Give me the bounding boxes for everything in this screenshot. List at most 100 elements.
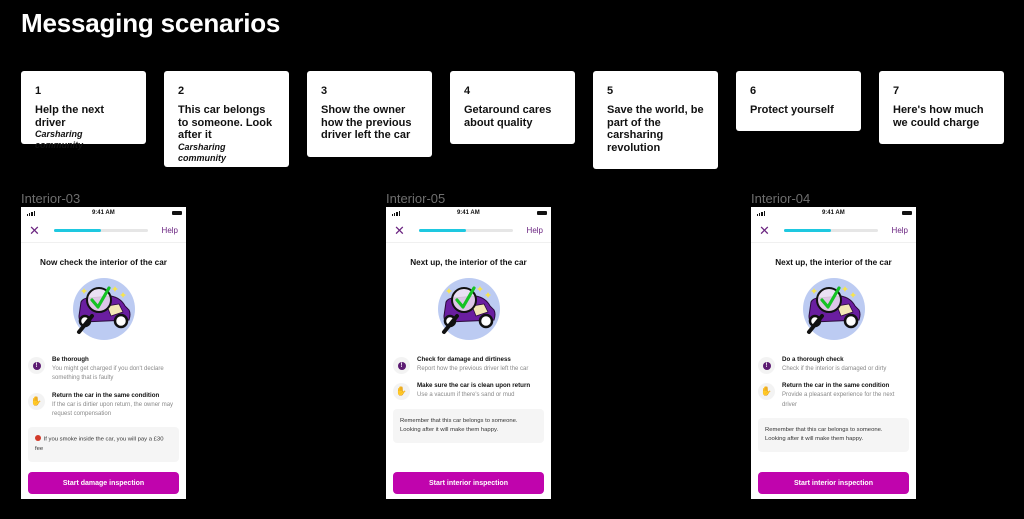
tip-heading: Return the car in the same condition (52, 391, 160, 399)
scenario-card: 1 Help the next driver Carsharing commun… (21, 71, 146, 150)
phone-screen-interior-05: 9:41 AM ✕ Help Next up, the interior of … (386, 207, 551, 499)
tips-list: ! Check for damage and dirtiness Report h… (386, 356, 551, 401)
battery-icon (536, 211, 547, 215)
exclamation-icon: ! (28, 357, 45, 374)
info-note: Remember that this car belongs to someon… (758, 417, 909, 453)
exclamation-icon: ! (758, 357, 775, 374)
tip-item: ✋ Make sure the car is clean upon return… (393, 382, 544, 401)
car-inspection-illustration (436, 276, 502, 342)
status-bar: 9:41 AM (386, 207, 551, 219)
scenario-text: Here's how much we could charge (893, 104, 984, 129)
progress-bar (419, 229, 513, 232)
scenario-card: 4 Getaround cares about quality (450, 71, 575, 144)
nav-bar: ✕ Help (21, 219, 186, 243)
scenario-text: Getaround cares about quality (464, 104, 552, 129)
note-text: Remember that this car belongs to someon… (765, 426, 883, 443)
progress-fill (54, 229, 101, 232)
phone-screen-interior-03: 9:41 AM ✕ Help Now check the interior of… (21, 207, 186, 499)
phone-screen-interior-04: 9:41 AM ✕ Help Next up, the interior of … (751, 207, 916, 499)
tips-list: ! Do a thorough check Check if the interi… (751, 356, 916, 410)
signal-icon (392, 210, 400, 216)
scenario-text: Help the next driver (35, 104, 105, 129)
tip-heading: Return the car in the same condition (782, 382, 890, 390)
scenario-text: Protect yourself (750, 104, 834, 116)
status-time: 9:41 AM (91, 210, 115, 216)
tip-item: ✋ Return the car in the same condition If… (28, 392, 179, 420)
help-link[interactable]: Help (527, 226, 543, 235)
tip-body: Provide a pleasant experience for the ne… (782, 392, 895, 408)
screen-title: Next up, the interior of the car (410, 258, 527, 267)
scenario-number: 1 (35, 85, 42, 97)
exclamation-icon: ! (393, 357, 410, 374)
battery-icon (901, 211, 912, 215)
status-time: 9:41 AM (821, 210, 845, 216)
car-inspection-illustration (801, 276, 867, 342)
tip-item: ✋ Return the car in the same condition Pr… (758, 382, 909, 410)
note-text: If you smoke inside the car, you will pa… (35, 436, 164, 452)
scenario-text: This car belongs to someone. Look after … (178, 104, 273, 142)
progress-fill (419, 229, 466, 232)
car-wheel (843, 313, 858, 329)
tip-body: Check if the interior is damaged or dirt… (782, 366, 887, 372)
scenario-card: 3 Show the owner how the previous driver… (307, 71, 432, 157)
tip-heading: Check for damage and dirtiness (417, 356, 511, 363)
frame-label: Interior-03 (21, 191, 81, 206)
start-interior-inspection-button[interactable]: Start interior inspection (393, 472, 544, 494)
nav-bar: ✕ Help (751, 219, 916, 243)
screen-title: Now check the interior of the car (40, 258, 167, 267)
hand-icon: ✋ (28, 392, 45, 410)
tip-body: Report how the previous driver left the … (417, 366, 529, 372)
tip-heading: Be thorough (52, 356, 89, 363)
tip-heading: Do a thorough check (782, 356, 844, 363)
signal-icon (27, 210, 35, 216)
note-text: Remember that this car belongs to someon… (400, 417, 518, 433)
help-link[interactable]: Help (892, 226, 908, 235)
nav-bar: ✕ Help (386, 219, 551, 243)
scenario-card: 2 This car belongs to someone. Look afte… (164, 71, 289, 167)
scenario-number: 6 (750, 85, 757, 97)
progress-bar (784, 229, 878, 232)
status-bar: 9:41 AM (751, 207, 916, 219)
signal-icon (757, 210, 765, 216)
battery-icon (171, 211, 182, 215)
start-interior-inspection-button[interactable]: Start interior inspection (758, 472, 909, 494)
close-icon[interactable]: ✕ (394, 224, 408, 237)
status-time: 9:41 AM (456, 210, 480, 216)
scenario-number: 4 (464, 85, 471, 97)
scenario-number: 7 (893, 85, 900, 97)
tips-list: ! Be thorough You might get charged if yo… (21, 356, 186, 419)
frame-label: Interior-04 (751, 191, 811, 206)
scenario-number: 2 (178, 85, 185, 97)
scenario-card: 5 Save the world, be part of the carshar… (593, 71, 718, 169)
car-inspection-illustration (71, 276, 137, 342)
hand-icon: ✋ (393, 383, 410, 401)
tip-item: ! Be thorough You might get charged if yo… (28, 356, 179, 384)
progress-bar (54, 229, 148, 232)
scenario-text: Save the world, be part of the carsharin… (607, 104, 704, 154)
help-link[interactable]: Help (162, 226, 178, 235)
tip-heading: Make sure the car is clean upon return (417, 382, 531, 390)
scenario-subtitle: Carsharing community (178, 141, 227, 163)
scenario-text: Show the owner how the previous driver l… (321, 104, 412, 142)
start-damage-inspection-button[interactable]: Start damage inspection (28, 472, 179, 494)
tip-body: Use a vacuum if there's sand or mud (417, 392, 515, 399)
car-wheel (113, 313, 128, 329)
close-icon[interactable]: ✕ (29, 224, 43, 237)
no-smoking-icon (35, 435, 41, 442)
status-bar: 9:41 AM (21, 207, 186, 219)
progress-fill (784, 229, 831, 232)
tip-item: ! Do a thorough check Check if the interi… (758, 356, 909, 374)
scenario-number: 3 (321, 85, 328, 97)
hand-icon: ✋ (758, 383, 775, 401)
scenario-subtitle: Carsharing community (35, 129, 84, 151)
scenario-number: 5 (607, 85, 614, 97)
page-title: Messaging scenarios (21, 8, 281, 38)
scenario-card: 7 Here's how much we could charge (879, 71, 1004, 144)
car-wheel (478, 313, 493, 329)
info-note: If you smoke inside the car, you will pa… (28, 427, 179, 463)
screen-title: Next up, the interior of the car (775, 258, 892, 267)
close-icon[interactable]: ✕ (759, 224, 773, 237)
info-note: Remember that this car belongs to someon… (393, 408, 544, 443)
scenario-card: 6 Protect yourself (736, 71, 861, 131)
tip-body: If the car is dirtier upon return, the o… (52, 401, 174, 417)
